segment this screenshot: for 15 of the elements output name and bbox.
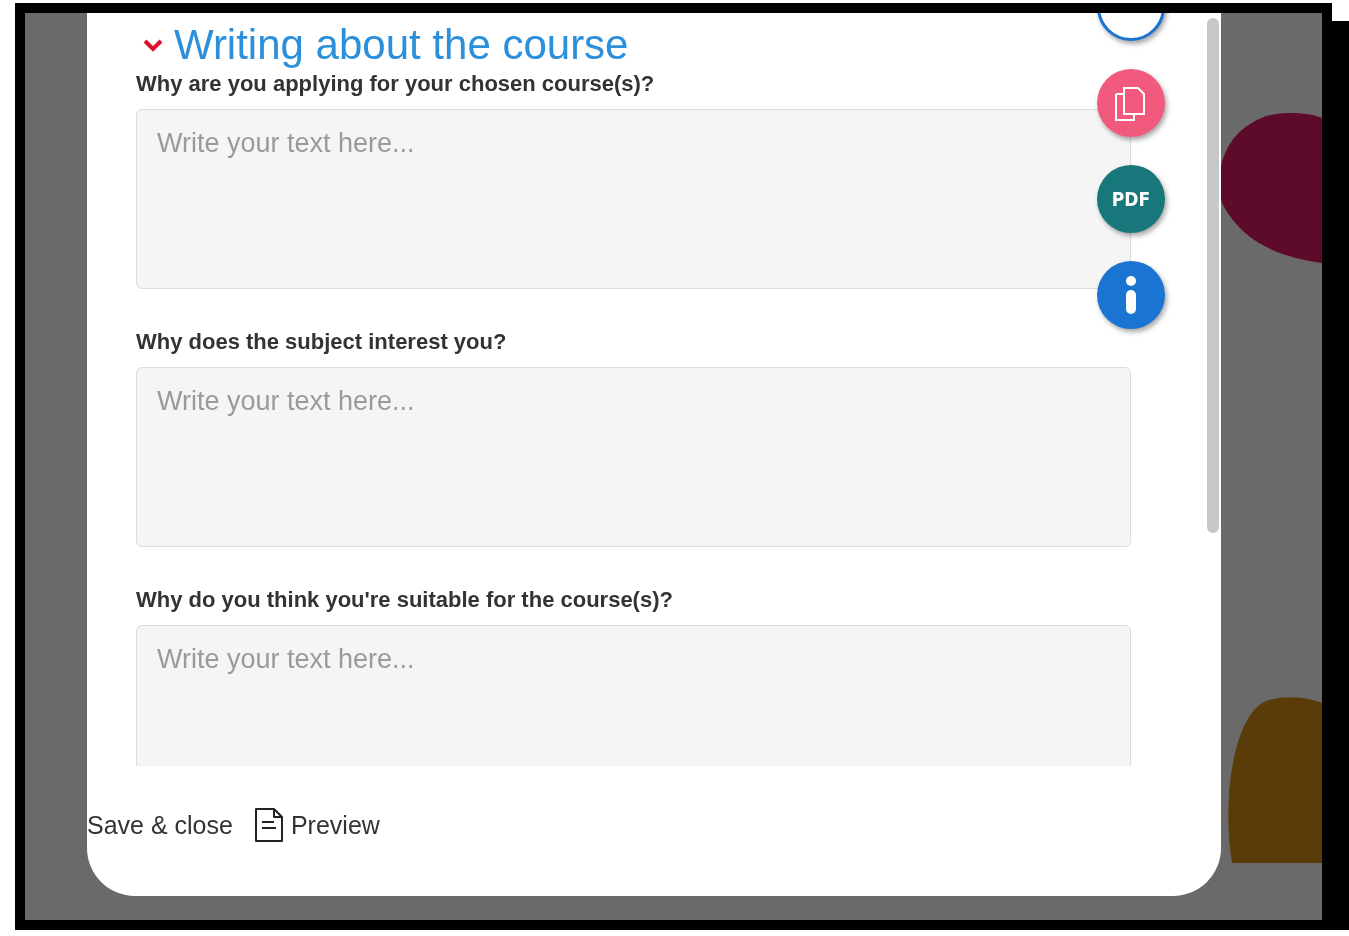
preview-button[interactable]: Preview (252, 806, 380, 844)
copy-button[interactable] (1097, 69, 1165, 137)
question-label: Why do you think you're suitable for the course(s)? (136, 587, 674, 613)
info-button[interactable] (1097, 261, 1165, 329)
pdf-button[interactable]: PDF (1097, 165, 1165, 233)
document-icon (252, 806, 285, 844)
answer-box[interactable]: Write your text here... (136, 367, 1131, 547)
chevron-icon[interactable] (142, 38, 164, 52)
save-close-button[interactable]: Save & close (87, 810, 233, 840)
scrollbar[interactable] (1207, 18, 1219, 533)
section-title: Writing about the course (174, 21, 629, 69)
info-icon (1124, 276, 1138, 314)
question-label: Why does the subject interest you? (136, 329, 508, 355)
question-label: Why are you applying for your chosen course(s)? (136, 71, 656, 97)
answer-box[interactable]: Write your text here... (136, 625, 1131, 766)
